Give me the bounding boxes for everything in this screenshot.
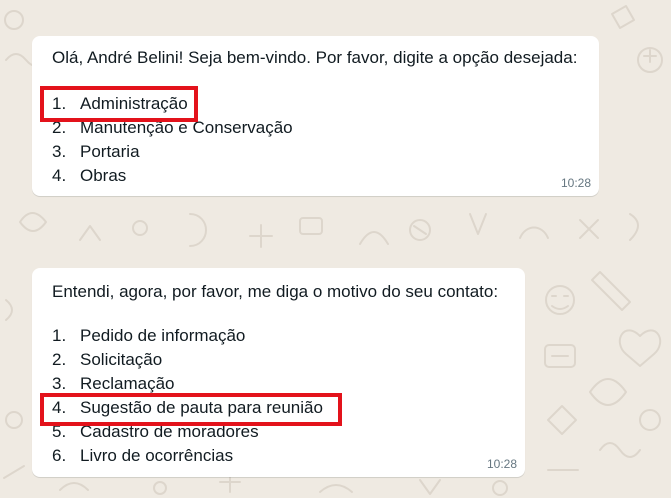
option-pedido-de-informacao: 1. Pedido de informação [52,324,245,348]
highlight-box-administracao [40,86,198,122]
option-number: 4. [52,166,67,185]
message-intro-text: Olá, André Belini! Seja bem-vindo. Por f… [52,48,578,67]
option-number: 3. [52,142,67,161]
doodle-diamond-icon [611,5,635,29]
option-portaria: 3. Portaria [52,140,140,164]
option-number: 1. [52,326,67,345]
doodle-pencil-icon [591,271,631,311]
option-livro-de-ocorrencias: 6. Livro de ocorrências [52,444,233,468]
message-timestamp: 10:28 [486,457,517,471]
option-obras: 4. Obras [52,164,126,188]
option-label: Pedido de informação [80,326,246,345]
doodle-heart-icon [618,329,662,367]
doodle-circle-icon [4,10,24,30]
option-label: Portaria [80,142,140,161]
doodle-leaf-icon [19,212,47,232]
message-bubble-reason-menu: Entendi, agora, por favor, me diga o mot… [32,268,525,477]
option-label: Solicitação [80,350,163,369]
message-timestamp: 10:28 [560,176,591,190]
option-solicitacao: 2. Solicitação [52,348,162,372]
option-label: Livro de ocorrências [80,446,234,465]
option-number: 6. [52,446,67,465]
option-label: Obras [80,166,127,185]
highlight-box-sugestao-de-pauta [40,393,342,426]
option-number: 2. [52,350,67,369]
message-intro-text: Entendi, agora, por favor, me diga o mot… [52,282,499,301]
